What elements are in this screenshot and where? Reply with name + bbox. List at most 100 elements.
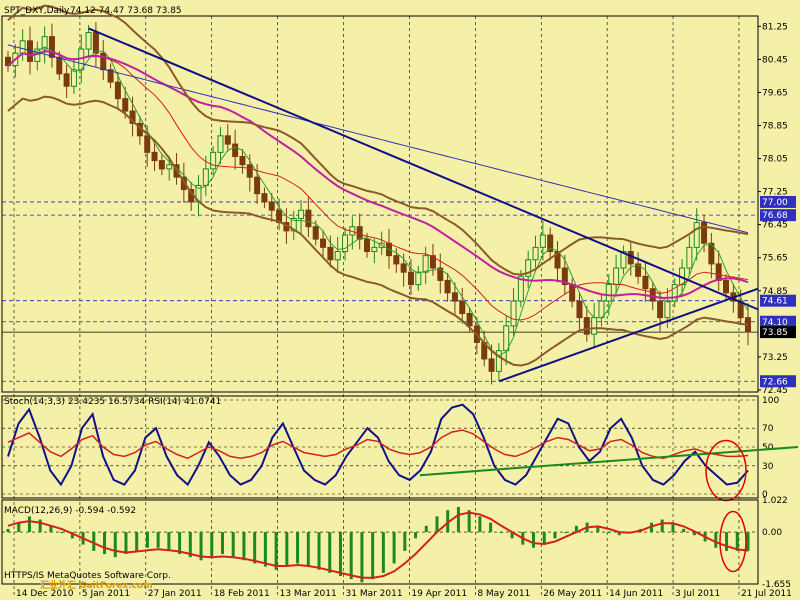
candle-body <box>92 32 99 54</box>
macd-bar <box>456 506 460 533</box>
macd-bar <box>607 532 611 534</box>
macd-bar <box>92 532 96 551</box>
macd-bar <box>435 516 439 533</box>
macd-bar <box>499 532 503 534</box>
macd-bar <box>6 528 10 533</box>
candle-body <box>122 98 129 112</box>
candle-body <box>261 193 268 203</box>
macd-bar <box>714 532 718 548</box>
candle-body <box>144 135 151 153</box>
macd-bar <box>478 516 482 533</box>
candle-body <box>503 325 510 352</box>
candle-body <box>657 300 664 319</box>
macd-bar <box>532 532 536 548</box>
candle-body <box>488 358 495 372</box>
candle-body <box>591 317 598 335</box>
candle-body <box>451 292 458 302</box>
price-ohlc: 74.12 74.47 73.68 73.85 <box>70 6 182 16</box>
candle-body <box>701 222 708 244</box>
macd-bar <box>231 532 235 558</box>
candle-body <box>239 155 246 166</box>
candle-body <box>393 255 400 265</box>
macd-title: MACD(12,26,9) -0.594 -0.592 <box>4 506 136 516</box>
candle-body <box>605 284 612 302</box>
macd-bar <box>328 532 332 573</box>
candle-body <box>63 73 70 87</box>
candle-body <box>510 300 517 327</box>
macd-bar <box>27 516 31 533</box>
macd-bar <box>210 532 214 558</box>
macd-bar <box>349 532 353 580</box>
macd-bar <box>135 532 139 551</box>
candle-body <box>422 255 429 273</box>
macd-bar <box>424 525 428 533</box>
candle-body <box>56 56 63 75</box>
macd-bar <box>317 532 321 570</box>
x-tick-label: 18 Feb 2011 <box>214 589 270 599</box>
x-tick-label: 26 May 2011 <box>543 589 602 599</box>
macd-bar <box>38 519 42 533</box>
candle-body <box>85 32 92 50</box>
candle-body <box>151 151 158 162</box>
candle-body <box>715 263 722 281</box>
candle-body <box>232 143 239 157</box>
macd-bar <box>296 532 300 564</box>
candle-body <box>327 246 334 261</box>
macd-bar <box>725 532 729 551</box>
macd-bar <box>274 532 278 570</box>
price-tick-label: 80.45 <box>762 55 788 65</box>
price-tick-label: 78.05 <box>762 155 788 165</box>
candle-body <box>400 263 407 273</box>
price-tick-label: 72.45 <box>762 386 788 396</box>
candle-body <box>649 288 656 302</box>
candle-body <box>664 300 671 319</box>
macd-bar <box>682 528 686 533</box>
candle-body <box>569 284 576 302</box>
macd-bar <box>17 522 21 533</box>
candle-body <box>576 300 583 319</box>
x-tick-label: 27 Jan 2011 <box>148 589 202 599</box>
stoch-tick-label: 100 <box>762 396 779 406</box>
macd-bar <box>371 532 375 580</box>
macd-bar <box>124 532 128 555</box>
candle-body <box>114 81 121 100</box>
macd-bar <box>285 532 289 567</box>
macd-bar <box>564 532 568 534</box>
candle-body <box>166 164 173 170</box>
macd-bar <box>253 532 257 564</box>
macd-bar <box>403 532 407 551</box>
stoch-tick-label: 30 <box>762 462 774 472</box>
candle-body <box>19 40 26 54</box>
macd-bar <box>60 532 64 534</box>
candle-body <box>298 209 305 219</box>
price-tick-label: 75.65 <box>762 254 788 264</box>
price-level-label: 74.61 <box>762 297 788 307</box>
candle-body <box>364 238 371 253</box>
price-title: SPT_DXY,Daily <box>4 6 70 16</box>
price-level-label: 77.00 <box>762 198 788 208</box>
candle-body <box>224 135 231 145</box>
candle-body <box>305 209 312 228</box>
candle-body <box>320 238 327 248</box>
candle-body <box>268 201 275 211</box>
macd-bar <box>746 532 750 551</box>
candle-body <box>532 246 539 261</box>
candle-body <box>254 176 261 195</box>
candle-body <box>723 279 730 294</box>
candle-body <box>371 246 378 253</box>
macd-bar <box>306 532 310 567</box>
candle-body <box>539 234 546 248</box>
candle-body <box>48 36 55 58</box>
copyright-text: HTTPS/IS MetaQuotes Software Corp. <box>4 571 171 581</box>
x-tick-label: 21 Jul 2011 <box>741 589 792 599</box>
macd-bar <box>156 532 160 548</box>
candle-body <box>444 279 451 294</box>
macd-bar <box>381 532 385 573</box>
macd-bar <box>360 532 364 583</box>
candle-body <box>158 160 165 170</box>
price-level-label: 72.66 <box>762 377 788 387</box>
stoch-tick-label: 70 <box>762 424 774 434</box>
candle-body <box>583 317 590 335</box>
stoch-title: Stoch(14,3,3) 23.4235 16.5734 RSI(14) 41… <box>4 397 221 407</box>
candle-body <box>693 222 700 248</box>
